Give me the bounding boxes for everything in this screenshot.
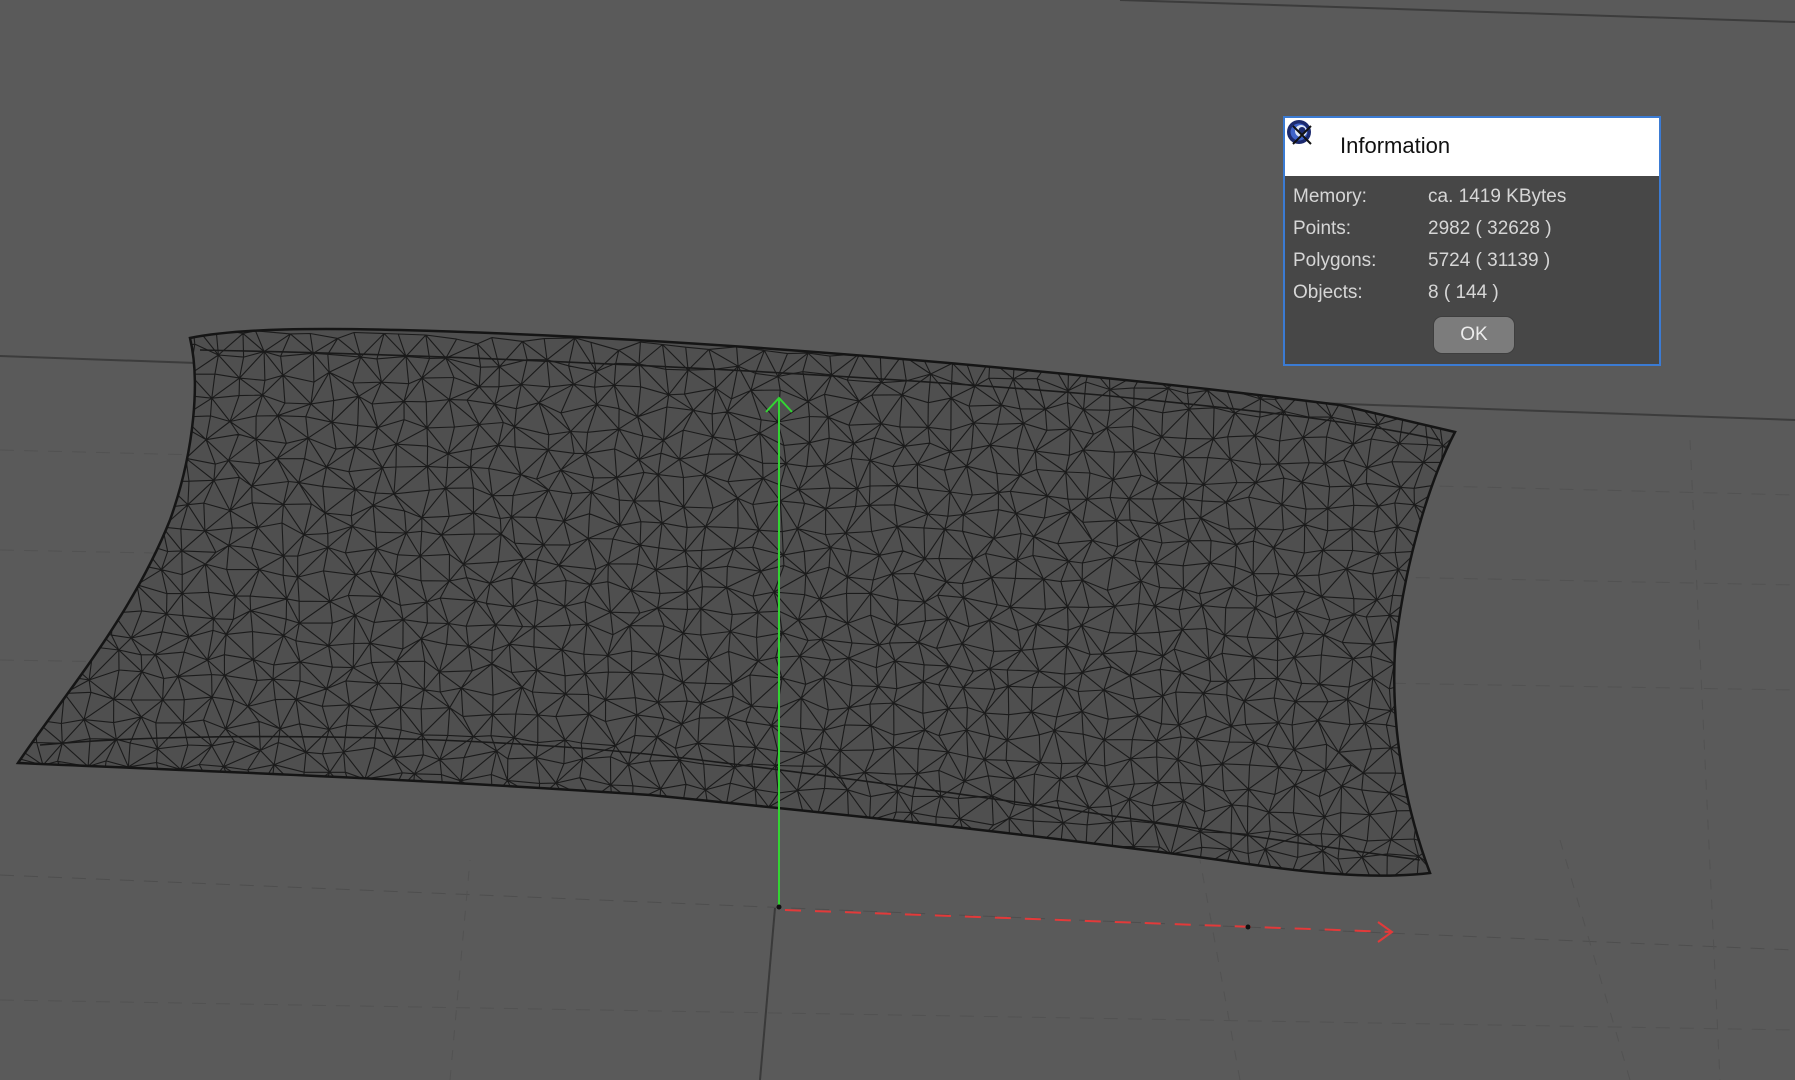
memory-row: Memory: ca. 1419 KBytes <box>1293 186 1653 216</box>
dialog-title: Information <box>1340 133 1451 158</box>
close-icon[interactable] <box>1285 118 1319 152</box>
polygons-label: Polygons: <box>1293 250 1377 271</box>
ok-button[interactable]: OK <box>1433 316 1515 354</box>
x-axis <box>784 909 1393 933</box>
memory-value: ca. 1419 KBytes <box>1428 186 1567 207</box>
objects-value: 8 ( 144 ) <box>1428 282 1499 303</box>
objects-row: Objects: 8 ( 144 ) <box>1293 282 1653 312</box>
objects-label: Objects: <box>1293 282 1363 303</box>
origin-point <box>776 904 782 910</box>
points-value: 2982 ( 32628 ) <box>1428 218 1552 239</box>
information-dialog[interactable]: Information Memory: ca. 1419 KBytes Poin… <box>1283 116 1661 366</box>
points-row: Points: 2982 ( 32628 ) <box>1293 218 1653 248</box>
pillow-mesh[interactable] <box>0 318 1476 952</box>
x-axis-marker <box>1245 924 1251 930</box>
dialog-titlebar[interactable]: Information <box>1285 118 1659 176</box>
memory-label: Memory: <box>1293 186 1367 207</box>
polygons-value: 5724 ( 31139 ) <box>1428 250 1551 271</box>
3d-viewport[interactable]: Information Memory: ca. 1419 KBytes Poin… <box>0 0 1795 1080</box>
points-label: Points: <box>1293 218 1352 239</box>
polygons-row: Polygons: 5724 ( 31139 ) <box>1293 250 1653 280</box>
